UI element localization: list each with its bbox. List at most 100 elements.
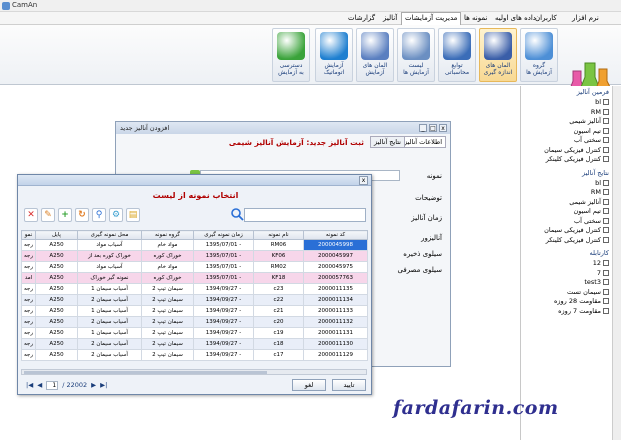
menu-item-7[interactable]: گزارشات	[345, 13, 378, 24]
side-item[interactable]: کنترل فیزیکی سیمان	[544, 226, 609, 234]
dialog-close-button[interactable]: x	[359, 176, 368, 185]
refresh-icon[interactable]: ↻	[75, 208, 89, 222]
side-panel-scrollbar[interactable]	[612, 86, 621, 440]
side-item-checkbox[interactable]	[603, 99, 609, 105]
minimize-button[interactable]: _	[419, 124, 427, 132]
side-item-checkbox[interactable]	[603, 279, 609, 285]
ribbon-button-1[interactable]: المان های اندازه گیری	[479, 28, 517, 82]
side-item-checkbox[interactable]	[603, 189, 609, 195]
table-row[interactable]: رجه A250 آسیاب سیمان 2 سیمان تیپ 2 1394/09/2…	[21, 294, 368, 306]
ribbon-button-3[interactable]: لیست آزمایش ها	[397, 28, 435, 82]
column-header[interactable]: گروه نمونه	[141, 230, 194, 240]
side-item[interactable]: آنالیز شیمی	[569, 117, 609, 125]
menu-item-2[interactable]: داده های اولیه	[492, 13, 539, 24]
table-row[interactable]: رجه A250 آسیاب سیمان 1 سیمان تیپ 2 1394/09/2…	[21, 283, 368, 295]
side-item[interactable]: تیم اسیون	[573, 207, 609, 215]
side-item[interactable]: تیم اسیون	[573, 127, 609, 135]
side-item[interactable]: test3	[584, 278, 609, 286]
maximize-button[interactable]: □	[429, 124, 437, 132]
side-item-checkbox[interactable]	[603, 127, 609, 134]
table-row[interactable]: رجه A250 آسیاب سیمان 2 سیمان تیپ 2 1394/09/2…	[21, 349, 368, 361]
side-item-checkbox[interactable]	[603, 198, 609, 205]
ribbon-button-6[interactable]: دسترسی به آزمایش	[272, 28, 310, 82]
column-header[interactable]: محل نمونه گیری	[77, 230, 142, 240]
side-group-title[interactable]: فرمین آنالیز	[577, 88, 609, 96]
side-item[interactable]: کنترل فیزیکی کلینکر	[546, 155, 609, 163]
search-icon[interactable]	[230, 207, 244, 221]
side-item-checkbox[interactable]	[603, 260, 609, 266]
side-item-checkbox[interactable]	[603, 227, 609, 233]
edit-icon[interactable]: ✎	[41, 208, 55, 222]
column-header[interactable]: پایل	[35, 230, 78, 240]
cancel-button[interactable]: لغو	[292, 379, 326, 391]
side-item[interactable]: سیمان تست	[567, 288, 609, 296]
table-row[interactable]: امد A250 نمونه گیر خوراک خوراک کوره 1395/07/…	[21, 272, 368, 284]
side-item-checkbox[interactable]	[603, 156, 609, 162]
table-row[interactable]: رجه A250 آسیاب سیمان 1 سیمان تیپ 2 1394/09/2…	[21, 327, 368, 339]
side-item-checkbox[interactable]	[603, 146, 609, 153]
last-page-icon[interactable]: ▶|	[100, 381, 107, 389]
side-group-title[interactable]: نتایج آنالیز	[582, 169, 609, 177]
table-row[interactable]: رجه A250 خوراک کوره بعد از خوراک کوره 1395/0…	[21, 250, 368, 262]
side-item-checkbox[interactable]	[603, 118, 609, 124]
menu-item-6[interactable]: آنالیز	[380, 13, 400, 24]
side-item[interactable]: مقاومت 28 روزه	[554, 297, 609, 305]
ok-button[interactable]: تایید	[332, 379, 366, 391]
next-page-icon[interactable]: ▶	[91, 381, 96, 389]
table-row[interactable]: رجه A250 آسیاب مواد مواد خام 1395/07/01 - RM0…	[21, 261, 368, 273]
side-item[interactable]: سختی آب	[574, 136, 609, 144]
side-item-checkbox[interactable]	[603, 307, 609, 314]
side-item[interactable]: RM	[591, 188, 609, 196]
ribbon-button-5[interactable]: آزمایش اتوماتیک	[315, 28, 353, 82]
filter-icon[interactable]: ⚲	[92, 208, 106, 222]
prev-page-icon[interactable]: ◀	[37, 381, 42, 389]
page-number-input[interactable]: 1	[46, 380, 59, 390]
side-item[interactable]: 12	[593, 259, 609, 267]
side-item-checkbox[interactable]	[603, 298, 609, 304]
side-item[interactable]: 7	[597, 269, 609, 277]
side-item-checkbox[interactable]	[603, 236, 609, 243]
table-row[interactable]: رجه A250 آسیاب مواد مواد خام 1395/07/01 - RM0…	[21, 239, 368, 251]
export-icon[interactable]: ▤	[126, 208, 140, 222]
side-item-checkbox[interactable]	[603, 208, 609, 214]
column-header[interactable]: نمو	[21, 230, 36, 240]
column-header[interactable]: نام نمونه	[253, 230, 304, 240]
ribbon-button-2[interactable]: توابع محاسباتی	[438, 28, 476, 82]
side-item-checkbox[interactable]	[603, 217, 609, 224]
menu-item-0[interactable]: نرم افزار	[569, 13, 602, 24]
side-item[interactable]: سختی آب	[574, 217, 609, 225]
ribbon-button-4[interactable]: المان های آزمایش	[356, 28, 394, 82]
table-row[interactable]: رجه A250 آسیاب سیمان 2 سیمان تیپ 2 1394/09/2…	[21, 338, 368, 350]
table-cell: رجه	[21, 305, 36, 317]
side-item-checkbox[interactable]	[603, 269, 609, 276]
side-item[interactable]: RM	[591, 108, 609, 116]
table-horizontal-scrollbar[interactable]	[21, 369, 367, 375]
delete-icon[interactable]: ✕	[24, 208, 38, 222]
side-item-checkbox[interactable]	[603, 288, 609, 295]
ribbon-button-0[interactable]: گروه آزمایش ها	[520, 28, 558, 82]
side-item[interactable]: کنترل فیزیکی کلینکر	[546, 236, 609, 244]
add-icon[interactable]: +	[58, 208, 72, 222]
table-row[interactable]: رجه A250 آسیاب سیمان 2 سیمان تیپ 2 1394/09/2…	[21, 316, 368, 328]
table-cell: A250	[35, 239, 78, 251]
menu-item-3[interactable]: نمونه ها	[461, 13, 490, 24]
side-item-checkbox[interactable]	[603, 179, 609, 186]
side-item[interactable]: مقاومت 7 روزه	[558, 307, 609, 315]
side-item-checkbox[interactable]	[603, 108, 609, 115]
column-header[interactable]: زمان نمونه گیری	[193, 230, 254, 240]
settings-icon[interactable]: ⚙	[109, 208, 123, 222]
side-item[interactable]: bl	[595, 98, 609, 106]
side-item-checkbox[interactable]	[603, 137, 609, 143]
search-input[interactable]	[244, 208, 366, 222]
table-row[interactable]: رجه A250 آسیاب سیمان 1 سیمان تیپ 2 1394/09/2…	[21, 305, 368, 317]
side-item[interactable]: آنالیز شیمی	[569, 198, 609, 206]
side-item[interactable]: کنترل فیزیکی سیمان	[544, 146, 609, 154]
tab-analysis-results[interactable]: نتایج آنالیز	[370, 136, 405, 148]
first-page-icon[interactable]: |◀	[26, 381, 33, 389]
side-group-title[interactable]: کارتابله	[590, 249, 609, 257]
tab-analysis-info[interactable]: اطلاعات آنالیز	[399, 136, 446, 148]
menu-item-5[interactable]: مدیریت آزمایشات	[401, 12, 462, 25]
side-item[interactable]: bl	[595, 179, 609, 187]
close-button[interactable]: x	[439, 124, 447, 132]
column-header[interactable]: کد نمونه	[303, 230, 368, 240]
